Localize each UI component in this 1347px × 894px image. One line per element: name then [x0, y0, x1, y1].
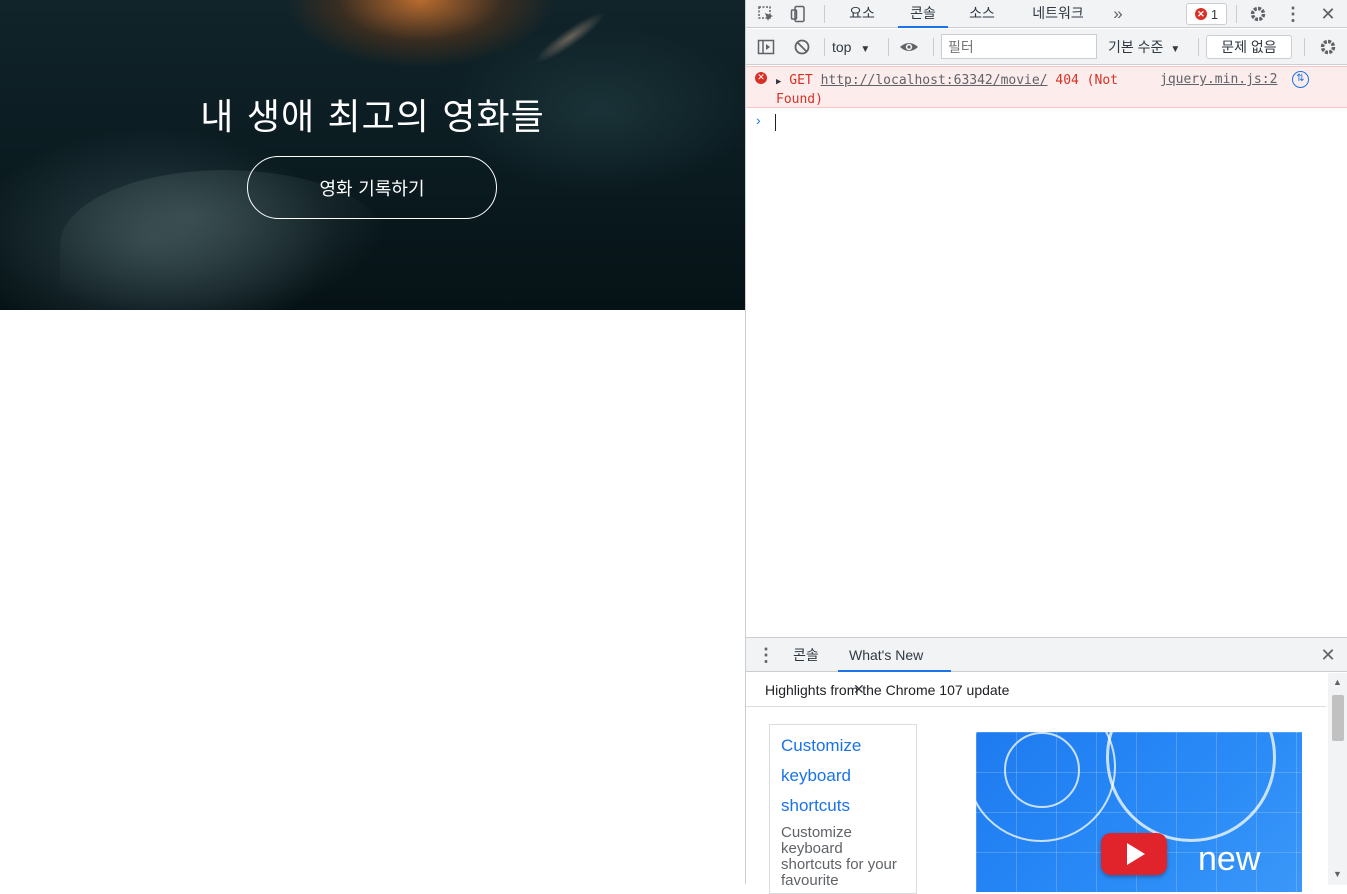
- response-status: 404 (Not: [1055, 73, 1118, 88]
- devtools-panel: 요소 콘솔 소스 네트워크 » ✕ 1 ⋮ ✕ top ▼ 필터 기본 수준 ▼…: [745, 0, 1347, 894]
- console-output[interactable]: ✕ ▶ GET http://localhost:63342/movie/ 40…: [746, 66, 1347, 637]
- whats-new-heading: Highlights from the Chrome 107 update: [746, 673, 1326, 707]
- tab-sources[interactable]: 소스: [964, 0, 1000, 28]
- video-label: new: [1198, 840, 1261, 878]
- chrome-logo-ring: [1004, 732, 1080, 808]
- scroll-up-arrow-icon[interactable]: ▲: [1333, 677, 1342, 687]
- scrollbar-thumb[interactable]: [1332, 695, 1344, 741]
- dropdown-arrow-icon: ▼: [1170, 44, 1181, 55]
- scroll-down-arrow-icon[interactable]: ▼: [1333, 869, 1342, 879]
- live-expression-eye-icon[interactable]: [899, 37, 919, 57]
- feature-card-description: Customize keyboard shortcuts for your fa…: [781, 824, 897, 889]
- drawer-tabbar: ⋮ 콘솔 What's New ✕ ✕: [746, 638, 1347, 697]
- youtube-play-icon[interactable]: [1101, 833, 1167, 875]
- hero-banner: 내 생애 최고의 영화들 영화 기록하기: [0, 0, 745, 310]
- error-icon: ✕: [1194, 8, 1207, 20]
- feature-card-title[interactable]: Customize keyboard shortcuts: [781, 731, 905, 821]
- error-text: ▶ GET http://localhost:63342/movie/ 404 …: [776, 72, 1146, 108]
- devtools-tabbar: 요소 콘솔 소스 네트워크 » ✕ 1 ⋮ ✕: [746, 0, 1347, 28]
- clear-console-icon[interactable]: [792, 37, 812, 57]
- devtools-drawer: ⋮ 콘솔 What's New ✕ ✕ Highlights from the …: [746, 637, 1347, 894]
- error-icon: ✕: [755, 72, 767, 84]
- toolbar-divider: [1236, 5, 1237, 23]
- device-toolbar-icon[interactable]: [789, 4, 809, 24]
- record-movie-button[interactable]: 영화 기록하기: [247, 156, 497, 219]
- toolbar-divider: [933, 38, 934, 56]
- console-toolbar: top ▼ 기본 수준 ▼ 문제 없음: [746, 29, 1347, 65]
- console-error-message[interactable]: ✕ ▶ GET http://localhost:63342/movie/ 40…: [746, 66, 1347, 108]
- expand-triangle-icon[interactable]: ▶: [776, 77, 781, 87]
- drawer-scrollbar[interactable]: ▲ ▼: [1328, 673, 1347, 885]
- error-count-badge[interactable]: ✕ 1: [1186, 3, 1227, 25]
- toolbar-divider: [1304, 38, 1305, 56]
- settings-gear-icon[interactable]: [1248, 4, 1268, 24]
- issues-button[interactable]: 문제 없음: [1206, 35, 1292, 59]
- error-count: 1: [1210, 6, 1219, 22]
- log-levels-dropdown[interactable]: 기본 수준 ▼: [1108, 37, 1180, 60]
- error-source-link[interactable]: jquery.min.js:2: [1160, 72, 1277, 87]
- sidebar-toggle-icon[interactable]: [756, 37, 776, 57]
- tab-network[interactable]: 네트워크: [1026, 0, 1090, 28]
- toolbar-divider: [1198, 38, 1199, 56]
- console-prompt-chevron-icon: ›: [756, 112, 761, 128]
- toolbar-divider: [824, 38, 825, 56]
- tab-console[interactable]: 콘솔: [898, 0, 948, 28]
- request-url-link[interactable]: http://localhost:63342/movie/: [821, 73, 1048, 88]
- drawer-menu-icon[interactable]: ⋮: [756, 645, 776, 665]
- context-selector[interactable]: top ▼: [832, 37, 870, 57]
- response-status-cont: Found): [776, 92, 823, 107]
- log-levels-label: 기본 수준: [1108, 39, 1164, 55]
- more-options-icon[interactable]: ⋮: [1283, 4, 1303, 24]
- dropdown-arrow-icon: ▼: [860, 44, 871, 55]
- close-devtools-icon[interactable]: ✕: [1318, 4, 1338, 24]
- tab-elements[interactable]: 요소: [844, 0, 880, 28]
- console-input-caret[interactable]: [775, 114, 776, 131]
- context-value: top: [832, 39, 852, 55]
- double-chevron-right-icon[interactable]: »: [1108, 4, 1128, 24]
- network-request-icon[interactable]: ⇅: [1292, 71, 1309, 88]
- inspect-element-icon[interactable]: [756, 4, 776, 24]
- drawer-tab-whats-new[interactable]: What's New ✕: [838, 638, 951, 697]
- request-method: GET: [789, 73, 813, 88]
- whats-new-label: What's New: [849, 647, 924, 663]
- feature-card[interactable]: Customize keyboard shortcuts Customize k…: [769, 724, 917, 894]
- toolbar-divider: [888, 38, 889, 56]
- drawer-tab-console[interactable]: 콘솔: [793, 638, 819, 672]
- whats-new-video-thumbnail[interactable]: new: [976, 732, 1302, 892]
- close-drawer-icon[interactable]: ✕: [1318, 645, 1338, 665]
- console-settings-gear-icon[interactable]: [1318, 37, 1338, 57]
- toolbar-divider: [824, 5, 825, 23]
- hero-title: 내 생애 최고의 영화들: [200, 97, 545, 138]
- web-page: 내 생애 최고의 영화들 영화 기록하기: [0, 0, 745, 884]
- console-filter-input[interactable]: [941, 34, 1097, 59]
